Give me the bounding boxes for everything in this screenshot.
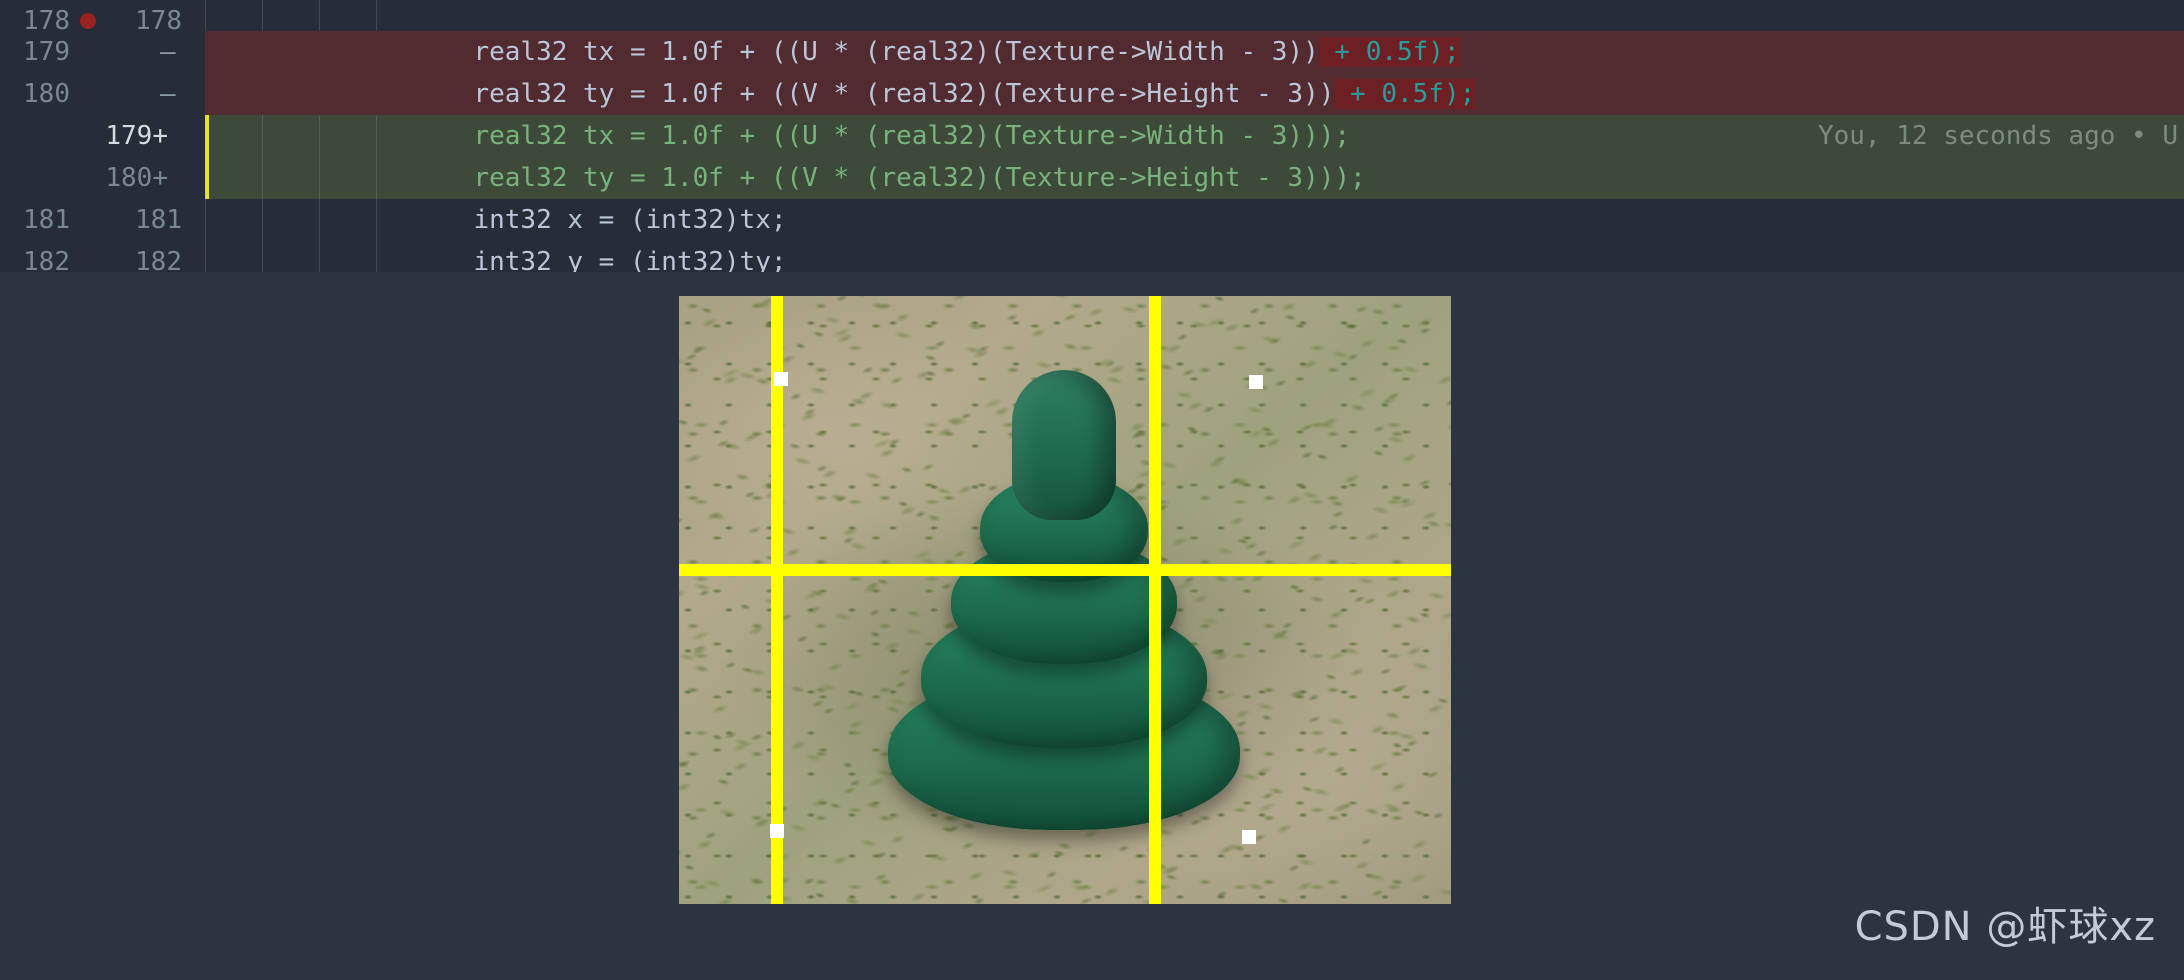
line-gutter[interactable]: 182 182 [0,241,205,272]
diff-row-added[interactable]: 179+ real32 tx = 1.0f + ((U * (real32)(T… [0,115,2184,157]
diff-row-added[interactable]: 180+ real32 ty = 1.0f + ((V * (real32)(T… [0,157,2184,199]
grid-line-vertical [771,296,783,904]
line-gutter[interactable]: 179+ [0,115,205,157]
diff-row-context[interactable]: 181 181 int32 x = (int32)tx; [0,199,2184,241]
line-gutter[interactable]: 180+ [0,157,205,199]
code-line: int32 x = (int32)tx; [223,205,787,235]
tree-sprite [869,370,1259,830]
line-number-old: 179 [23,37,70,67]
line-gutter[interactable]: 179 — [0,31,205,73]
git-blame-annotation[interactable]: You, 12 seconds ago • U [1818,115,2184,157]
code-segment-main: real32 tx = 1.0f + ((U * (real32)(Textur… [223,37,1319,67]
breakpoint-icon[interactable] [80,13,96,29]
texture-preview-image [679,296,1451,904]
line-number-new: 182 [135,247,182,272]
diff-row-deleted[interactable]: 180 — real32 ty = 1.0f + ((V * (real32)(… [0,73,2184,115]
diff-row-deleted[interactable]: 179 — real32 tx = 1.0f + ((U * (real32)(… [0,31,2184,73]
line-number-old: 180 [23,79,70,109]
code-segment-main: real32 ty = 1.0f + ((V * (real32)(Textur… [223,79,1335,109]
deleted-marker: — [160,37,176,67]
code-segment-removed: + 0.5f); [1334,79,1476,109]
line-number-new: 179+ [105,121,168,151]
sample-dot [1249,375,1263,389]
code-line-added: real32 ty = 1.0f + ((V * (real32)(Textur… [223,163,1366,193]
line-gutter[interactable]: 181 181 [0,199,205,241]
code-text[interactable]: int32 x = (int32)tx; [205,199,2184,241]
deleted-marker: — [160,79,176,109]
grid-line-horizontal [679,564,1451,576]
line-number-old: 182 [23,247,70,272]
line-number-new: 181 [135,205,182,235]
line-number-new: 180+ [105,163,168,193]
code-text[interactable]: real32 tx = 1.0f + ((U * (real32)(Textur… [205,31,2184,73]
code-line: int32 y = (int32)ty; [223,247,787,272]
code-text[interactable]: int32 y = (int32)ty; [205,241,2184,272]
grid-line-vertical [1149,296,1161,904]
sample-dot [1242,830,1256,844]
line-number-old: 181 [23,205,70,235]
code-line-added: real32 tx = 1.0f + ((U * (real32)(Textur… [223,121,1351,151]
texture-preview-panel[interactable] [679,296,1451,904]
code-text[interactable]: real32 ty = 1.0f + ((V * (real32)(Textur… [205,73,2184,115]
code-text[interactable]: real32 ty = 1.0f + ((V * (real32)(Textur… [205,157,2184,199]
watermark: CSDN @虾球xz [1854,904,2156,950]
diff-editor[interactable]: 178 178 179 — real32 tx = 1.0f + ((U * (… [0,0,2184,272]
diff-row-context[interactable]: 182 182 int32 y = (int32)ty; [0,241,2184,272]
line-gutter[interactable]: 180 — [0,73,205,115]
tree-top [1012,370,1116,520]
code-segment-removed: + 0.5f); [1318,37,1460,67]
sample-dot [770,824,784,838]
sample-dot [774,372,788,386]
